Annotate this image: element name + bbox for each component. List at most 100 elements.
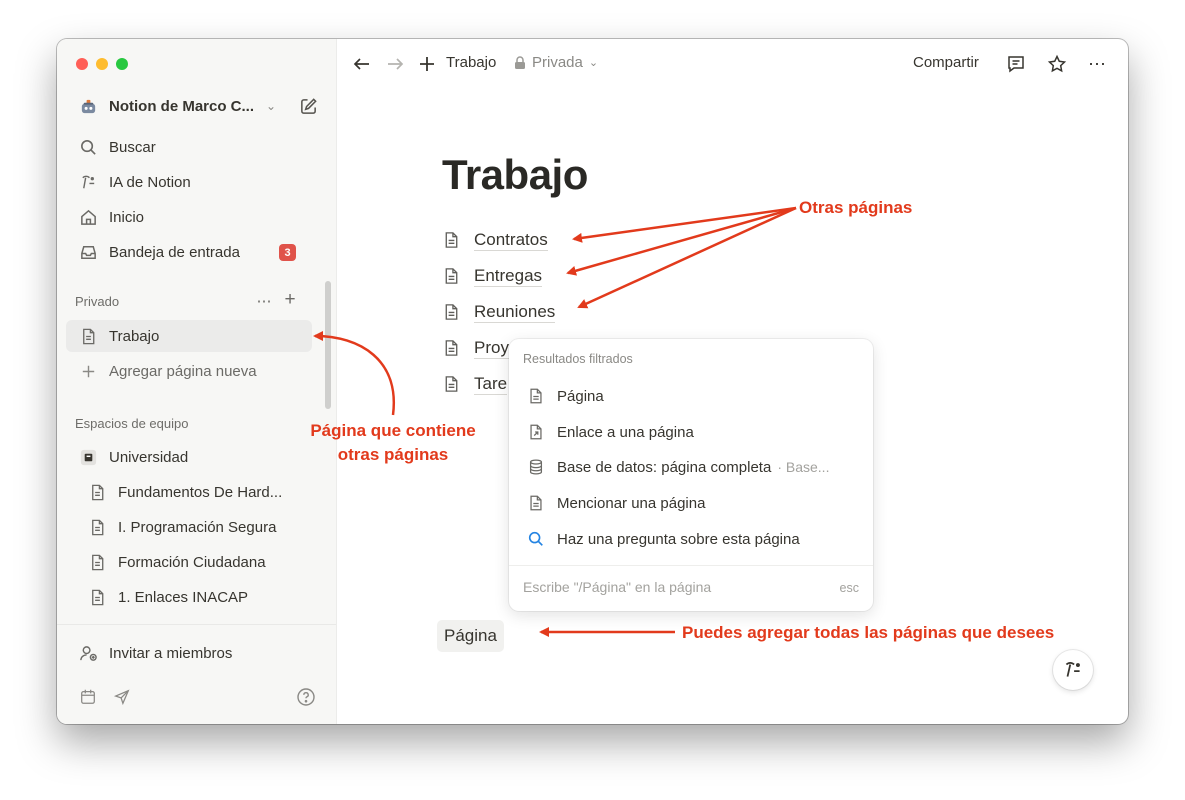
sidebar-item-enlaces[interactable]: 1. Enlaces INACAP bbox=[66, 581, 312, 613]
sidebar-item-label: I. Programación Segura bbox=[118, 518, 277, 536]
menu-item-label: Base de datos: página completa bbox=[557, 458, 772, 476]
teamspaces-section-label: Espacios de equipo bbox=[75, 416, 189, 431]
sidebar-item-fundamentos[interactable]: Fundamentos De Hard... bbox=[66, 476, 312, 508]
invite-member-icon bbox=[77, 642, 99, 664]
sidebar-item-label: Invitar a miembros bbox=[109, 644, 233, 662]
share-button[interactable]: Compartir bbox=[913, 54, 979, 71]
notion-ai-icon bbox=[1062, 659, 1084, 681]
invite-members-button[interactable]: Invitar a miembros bbox=[66, 637, 312, 669]
sidebar-divider bbox=[57, 624, 336, 625]
page-icon bbox=[86, 516, 108, 538]
annotation-add-all: Puedes agregar todas las páginas que des… bbox=[682, 623, 1055, 642]
lock-icon bbox=[514, 55, 526, 70]
page-link-reuniones[interactable]: Reuniones bbox=[442, 297, 556, 327]
menu-item-label: Enlace a una página bbox=[557, 423, 694, 441]
page-icon bbox=[86, 481, 108, 503]
page-link-proyectos[interactable]: Proy bbox=[442, 333, 509, 363]
back-arrow-icon[interactable] bbox=[350, 52, 374, 76]
page-link-label: Tare bbox=[474, 373, 508, 395]
page-link-entregas[interactable]: Entregas bbox=[442, 261, 543, 291]
forward-arrow-icon[interactable] bbox=[383, 52, 407, 76]
menu-item-mencionar[interactable]: Mencionar una página bbox=[517, 486, 865, 520]
sidebar-item-label: Universidad bbox=[109, 448, 189, 466]
notion-ai-button[interactable] bbox=[1053, 650, 1093, 690]
sidebar-item-label: Inicio bbox=[109, 208, 145, 226]
database-icon bbox=[525, 456, 547, 478]
menu-item-pregunta[interactable]: Haz una pregunta sobre esta página bbox=[517, 522, 865, 556]
add-private-page-icon[interactable]: + bbox=[281, 289, 299, 310]
new-tab-plus-icon[interactable] bbox=[415, 52, 439, 76]
comments-icon[interactable] bbox=[1004, 52, 1028, 76]
add-new-page-button[interactable]: Agregar página nueva bbox=[66, 355, 312, 387]
more-icon[interactable]: ⋯ bbox=[255, 292, 273, 310]
sidebar-item-inicio[interactable]: Inicio bbox=[66, 201, 312, 233]
sidebar-item-label: Trabajo bbox=[109, 327, 160, 345]
new-page-icon[interactable] bbox=[297, 95, 319, 117]
chevron-down-icon: ⌄ bbox=[266, 99, 277, 113]
page-icon bbox=[442, 373, 464, 395]
menu-item-label: Haz una pregunta sobre esta página bbox=[557, 530, 800, 548]
notion-ai-icon bbox=[77, 171, 99, 193]
menu-divider bbox=[509, 565, 873, 566]
close-window-button[interactable] bbox=[76, 58, 88, 70]
page-icon bbox=[77, 325, 99, 347]
page-icon bbox=[442, 229, 464, 251]
sidebar-item-universidad[interactable]: Universidad bbox=[66, 441, 312, 473]
page-link-icon bbox=[525, 421, 547, 443]
privacy-selector[interactable]: Privada ⌄ bbox=[514, 54, 598, 71]
sidebar-item-label: Agregar página nueva bbox=[109, 362, 257, 380]
minimize-window-button[interactable] bbox=[96, 58, 108, 70]
help-icon[interactable] bbox=[295, 686, 317, 708]
privacy-label: Privada bbox=[532, 54, 583, 71]
menu-item-sublabel: · Base... bbox=[777, 459, 830, 475]
sidebar-item-trabajo[interactable]: Trabajo bbox=[66, 320, 312, 352]
menu-item-base-datos[interactable]: Base de datos: página completa · Base... bbox=[517, 450, 865, 484]
sidebar-item-formacion[interactable]: Formación Ciudadana bbox=[66, 546, 312, 578]
page-link-label: Entregas bbox=[474, 265, 543, 287]
sidebar-scrollbar[interactable] bbox=[325, 281, 331, 409]
menu-item-pagina[interactable]: Página bbox=[517, 379, 865, 413]
page-icon bbox=[525, 492, 547, 514]
favorite-star-icon[interactable] bbox=[1045, 52, 1069, 76]
calendar-icon[interactable] bbox=[78, 687, 98, 707]
chevron-down-icon: ⌄ bbox=[588, 57, 599, 69]
page-title[interactable]: Trabajo bbox=[442, 151, 588, 199]
sidebar-item-label: Bandeja de entrada bbox=[109, 243, 240, 261]
menu-footer-hint: Escribe "/Página" en la página bbox=[523, 579, 712, 595]
send-icon[interactable] bbox=[112, 687, 132, 707]
more-options-icon[interactable]: ⋯ bbox=[1085, 52, 1109, 76]
zoom-window-button[interactable] bbox=[116, 58, 128, 70]
slash-query-chip[interactable]: Página bbox=[437, 620, 504, 652]
page-link-contratos[interactable]: Contratos bbox=[442, 225, 548, 255]
workspace-switcher[interactable]: Notion de Marco C... ⌄ bbox=[66, 90, 312, 122]
page-icon bbox=[525, 385, 547, 407]
annotation-otras-paginas: Otras páginas bbox=[799, 198, 913, 217]
sidebar-item-ia-notion[interactable]: IA de Notion bbox=[66, 166, 312, 198]
sidebar-item-buscar[interactable]: Buscar bbox=[66, 131, 312, 163]
private-section-label: Privado bbox=[75, 294, 120, 309]
esc-hint[interactable]: esc bbox=[840, 581, 859, 595]
sidebar-item-programacion[interactable]: I. Programación Segura bbox=[66, 511, 312, 543]
home-icon bbox=[77, 206, 99, 228]
menu-item-label: Mencionar una página bbox=[557, 494, 706, 512]
search-icon bbox=[525, 528, 547, 550]
page-icon bbox=[442, 337, 464, 359]
sidebar-item-label: Formación Ciudadana bbox=[118, 553, 266, 571]
sidebar: Notion de Marco C... ⌄ Buscar IA de Noti… bbox=[57, 39, 337, 724]
sidebar-item-label: Fundamentos De Hard... bbox=[118, 483, 283, 501]
sidebar-item-label: 1. Enlaces INACAP bbox=[118, 588, 249, 606]
menu-item-enlace-pagina[interactable]: Enlace a una página bbox=[517, 415, 865, 449]
sidebar-item-bandeja[interactable]: Bandeja de entrada 3 bbox=[66, 236, 312, 268]
sidebar-item-label: Buscar bbox=[109, 138, 156, 156]
workspace-avatar-icon bbox=[77, 95, 99, 117]
page-link-label: Proy bbox=[474, 337, 509, 359]
annotation-page-container-1: Página que contiene bbox=[310, 421, 476, 440]
page-link-tareas[interactable]: Tare bbox=[442, 369, 508, 399]
annotation-page-container-2: otras páginas bbox=[337, 445, 449, 464]
teamspace-icon bbox=[77, 446, 99, 468]
inbox-count-badge: 3 bbox=[279, 244, 296, 261]
page-icon bbox=[442, 301, 464, 323]
search-icon bbox=[77, 136, 99, 158]
breadcrumb[interactable]: Trabajo bbox=[446, 54, 496, 71]
workspace-name: Notion de Marco C... bbox=[109, 97, 255, 115]
